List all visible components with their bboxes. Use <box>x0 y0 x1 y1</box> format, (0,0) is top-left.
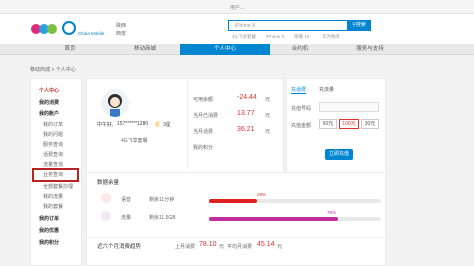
voice-percent: 28% <box>257 192 267 197</box>
amount-label: 充值金额 <box>291 123 312 129</box>
spent-value: 13.77 <box>237 110 255 117</box>
china-mobile-logo[interactable]: China Mobile <box>62 19 105 39</box>
phone-number: 157******1280 <box>117 121 149 127</box>
fee-value: 36.21 <box>237 126 255 133</box>
data-title: 数据余量 <box>97 180 120 186</box>
data-bar-track <box>209 217 381 221</box>
search-input[interactable]: iPhone X <box>235 23 255 29</box>
hot-tags: 4G飞享套餐 IPhone X 荣耀 10 华为畅享 <box>232 34 372 42</box>
spent-label: 当月已消费 <box>193 113 219 119</box>
top-user-text[interactable]: 用户… <box>230 4 245 11</box>
sidebar-item[interactable]: 话费查询 <box>43 151 63 158</box>
voice-bar-track <box>209 199 381 203</box>
highlight-box <box>32 168 79 182</box>
sidebar-item[interactable]: 我的账户 <box>39 110 59 117</box>
nav-support[interactable]: 服务与支持 <box>330 44 410 55</box>
star-icon: 星 <box>155 122 161 128</box>
fee-unit: 元 <box>265 129 271 135</box>
balance-value: -24.44 <box>237 94 257 101</box>
spent-unit: 元 <box>265 113 271 119</box>
hot-tag[interactable]: 荣耀 10 <box>294 34 309 40</box>
plan-name[interactable]: 4G飞享套餐 <box>121 137 148 144</box>
tab-recharge-data[interactable]: 充流量 <box>319 86 334 93</box>
logo-sub-text: China Mobile <box>78 31 105 36</box>
spend-avg-label: 上月消费 <box>175 244 196 250</box>
amount-option[interactable]: 50元 <box>319 119 337 129</box>
data-percent: 75% <box>327 210 337 215</box>
hot-tag[interactable]: 华为畅享 <box>322 34 340 40</box>
nav-home[interactable]: 首页 <box>30 44 110 55</box>
search-bar: iPhone X ⚲搜索 <box>228 20 371 31</box>
sidebar-item[interactable]: 全部套餐办理 <box>43 183 73 190</box>
search-button-label: 搜索 <box>355 22 366 28</box>
fee-label: 当月话费 <box>193 129 214 135</box>
hot-tag[interactable]: IPhone X <box>266 34 285 39</box>
phone-input[interactable] <box>319 102 379 112</box>
greeting: 中午好, <box>97 122 114 128</box>
header: China Mobile 陕西 西安 iPhone X ⚲搜索 4G飞享套餐 I… <box>0 14 474 44</box>
voice-icon <box>101 193 111 203</box>
region-label-2[interactable]: 西安 <box>116 30 126 37</box>
tab-recharge-fee[interactable]: 充话费 <box>291 86 307 94</box>
sidebar-item[interactable]: 我的订单 <box>39 215 59 222</box>
data-label: 流量 <box>121 215 132 221</box>
nav-personal-center[interactable]: 个人中心 <box>180 44 270 55</box>
star-level: 3星 <box>163 122 171 128</box>
pay-button[interactable]: 立即充值 <box>325 149 353 160</box>
sidebar-item[interactable]: 我的订单 <box>43 121 63 128</box>
voice-label: 语音 <box>121 197 132 203</box>
nav-contract-phone[interactable]: 合约机 <box>270 44 330 55</box>
points-label: 我的积分 <box>193 145 214 151</box>
data-desc: 剩余11.5GB <box>149 215 176 221</box>
balance-label: 可用余额 <box>193 97 214 103</box>
amount-option[interactable]: 30元 <box>361 119 379 129</box>
logo-left[interactable] <box>30 19 60 39</box>
sidebar-item[interactable]: 我的优惠 <box>39 227 59 234</box>
voice-desc: 剩余11分钟 <box>149 197 175 203</box>
data-usage-panel: 数据余量 语音 剩余11分钟 28% 流量 剩余11.5GB 75% 近六个月消… <box>86 172 386 266</box>
data-icon <box>101 211 111 221</box>
spend-avg-value: 78.10 <box>199 241 217 248</box>
spend-avg2-value: 45.14 <box>257 241 275 248</box>
sidebar-item[interactable]: 我的问题 <box>43 131 63 138</box>
data-bar-fill <box>209 217 338 221</box>
avatar[interactable] <box>101 89 129 117</box>
balance-unit: 元 <box>265 97 271 103</box>
sidebar-item[interactable]: 我的消费 <box>39 99 59 106</box>
amount-option-selected[interactable]: 100元 <box>339 119 359 129</box>
search-button[interactable]: ⚲搜索 <box>347 20 371 31</box>
nav-mall[interactable]: 移动商城 <box>110 44 180 55</box>
recharge-panel: 充话费 充流量 充值号码 充值金额 50元 100元 30元 立即充值 <box>286 78 386 174</box>
sidebar-title: 个人中心 <box>39 88 60 94</box>
top-bar: 用户… <box>0 0 474 14</box>
spend-title: 近六个月消费趋势 <box>97 244 142 250</box>
sidebar-item[interactable]: 我的积分 <box>39 239 59 246</box>
main-nav: 首页 移动商城 个人中心 合约机 服务与支持 <box>0 44 474 55</box>
sidebar-item[interactable]: 我的套餐 <box>43 203 63 210</box>
sidebar-item[interactable]: 我的流量 <box>43 193 63 200</box>
spend-avg2-label: 平均月消费 <box>227 244 253 250</box>
phone-label: 充值号码 <box>291 106 312 112</box>
spend-avg-unit: 元 <box>219 244 225 250</box>
spend-avg2-unit: 元 <box>277 244 283 250</box>
breadcrumb: 移动商城 > 个人中心 <box>30 67 76 73</box>
region-label[interactable]: 陕西 <box>116 22 126 29</box>
voice-bar-fill <box>209 199 258 203</box>
divider <box>187 79 188 169</box>
hot-tag[interactable]: 4G飞享套餐 <box>232 34 256 40</box>
sidebar-item[interactable]: 服务查询 <box>43 141 63 148</box>
sidebar-item[interactable]: 流量查询 <box>43 161 63 168</box>
divider <box>87 237 385 238</box>
